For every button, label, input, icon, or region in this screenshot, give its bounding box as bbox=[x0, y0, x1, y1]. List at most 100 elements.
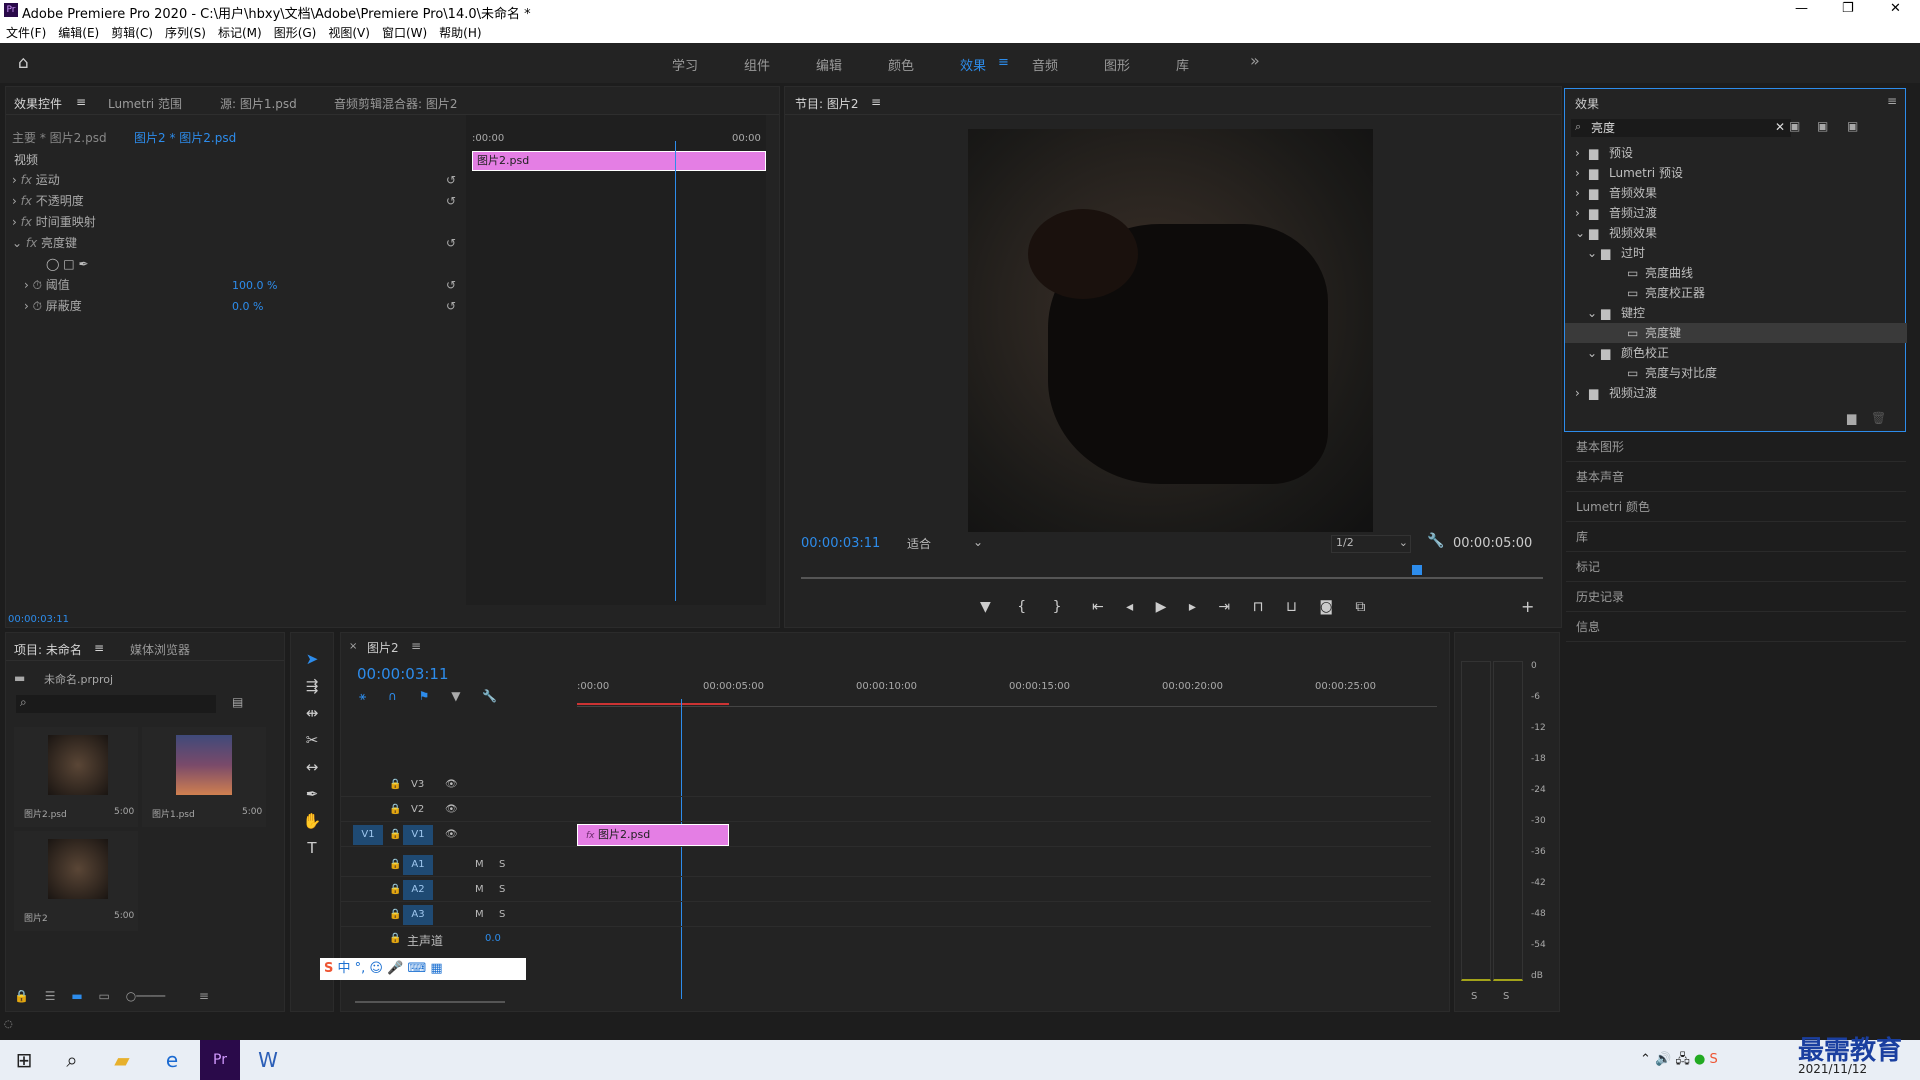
volume-icon[interactable]: 🔊 bbox=[1655, 1052, 1671, 1067]
32bit-effects-icon[interactable]: ▣ bbox=[1817, 119, 1828, 133]
param-threshold-value[interactable]: 100.0 % bbox=[232, 277, 277, 295]
lock-icon[interactable]: 🔒 bbox=[389, 909, 401, 920]
source-patch-v1[interactable]: V1 bbox=[353, 825, 383, 845]
program-timecode[interactable]: 00:00:03:11 bbox=[801, 536, 880, 551]
minimize-button[interactable]: — bbox=[1795, 1, 1808, 16]
eye-icon[interactable]: 👁 bbox=[445, 804, 458, 815]
panel-info[interactable]: 信息 bbox=[1566, 612, 1906, 642]
effects-tree-item[interactable]: ▭ 亮度校正器 bbox=[1565, 283, 1907, 303]
ripple-edit-tool-icon[interactable]: ⇹ bbox=[298, 704, 326, 726]
menu-view[interactable]: 视图(V) bbox=[322, 22, 376, 43]
effects-tree-item[interactable]: ▭ 亮度键 bbox=[1565, 323, 1907, 343]
effects-tree-item[interactable]: ⌄ ▆ 颜色校正 bbox=[1565, 343, 1907, 363]
lock-icon[interactable]: 🔒 bbox=[389, 829, 401, 840]
menu-marker[interactable]: 标记(M) bbox=[212, 22, 268, 43]
chevron-down-icon[interactable]: ⌄ bbox=[1587, 343, 1597, 363]
chevron-down-icon[interactable]: ⌄ bbox=[1575, 223, 1585, 243]
master-volume[interactable]: 0.0 bbox=[485, 933, 501, 944]
tab-program[interactable]: 节目: 图片2 bbox=[795, 95, 859, 112]
slip-tool-icon[interactable]: ↔ bbox=[298, 758, 326, 780]
effects-tree-item[interactable]: › ▆ 视频过渡 bbox=[1565, 383, 1907, 403]
solo-button[interactable]: S bbox=[499, 859, 505, 870]
add-marker-icon[interactable]: ▼ bbox=[451, 689, 460, 703]
workspace-audio[interactable]: 音频 bbox=[1032, 55, 1058, 74]
tray-chevron-icon[interactable]: ⌃ bbox=[1640, 1052, 1651, 1067]
effects-tree-item[interactable]: ⌄ ▆ 视频效果 bbox=[1565, 223, 1907, 243]
word-taskbar-icon[interactable]: W bbox=[248, 1040, 288, 1080]
panel-essential-graphics[interactable]: 基本图形 bbox=[1566, 432, 1906, 462]
project-search-input[interactable]: ⌕ bbox=[16, 695, 216, 713]
delete-icon[interactable]: 🗑 bbox=[1871, 411, 1886, 425]
network-icon[interactable]: 🖧 bbox=[1675, 1052, 1690, 1067]
panel-libraries[interactable]: 库 bbox=[1566, 522, 1906, 552]
type-tool-icon[interactable]: T bbox=[298, 839, 326, 861]
panel-lumetri-color[interactable]: Lumetri 颜色 bbox=[1566, 492, 1906, 522]
snap-icon[interactable]: ∩ bbox=[388, 689, 397, 703]
workspace-effects[interactable]: 效果 bbox=[960, 55, 986, 74]
solo-button[interactable]: S bbox=[499, 884, 505, 895]
reset-icon-opacity[interactable]: ↺ bbox=[446, 192, 456, 210]
solo-left-button[interactable]: S bbox=[1471, 991, 1477, 1002]
track-a2-label[interactable]: A2 bbox=[403, 880, 433, 900]
tab-lumetri-scopes[interactable]: Lumetri 范围 bbox=[108, 95, 182, 112]
lock-icon[interactable]: 🔒 bbox=[389, 859, 401, 870]
solo-right-button[interactable]: S bbox=[1503, 991, 1509, 1002]
zoom-slider[interactable]: ○──── bbox=[126, 989, 165, 1003]
chevron-right-icon[interactable]: › bbox=[1575, 143, 1580, 163]
track-a3-label[interactable]: A3 bbox=[403, 905, 433, 925]
accelerated-effects-icon[interactable]: ▣ bbox=[1789, 119, 1800, 133]
timeline-timecode[interactable]: 00:00:03:11 bbox=[357, 665, 449, 683]
menu-window[interactable]: 窗口(W) bbox=[376, 22, 433, 43]
ellipse-mask-icon[interactable]: ◯ bbox=[46, 257, 59, 271]
sogou-tray-icon[interactable]: S bbox=[1710, 1052, 1718, 1067]
premiere-taskbar-icon[interactable]: Pr bbox=[200, 1040, 240, 1080]
solo-button[interactable]: S bbox=[499, 909, 505, 920]
yuv-effects-icon[interactable]: ▣ bbox=[1847, 119, 1858, 133]
reset-icon-lumakey[interactable]: ↺ bbox=[446, 234, 456, 252]
reset-icon-threshold[interactable]: ↺ bbox=[446, 276, 456, 294]
effects-tree-item[interactable]: ⌄ ▆ 键控 bbox=[1565, 303, 1907, 323]
tab-source[interactable]: 源: 图片1.psd bbox=[220, 95, 297, 112]
emoji-icon[interactable]: ☺ bbox=[369, 961, 383, 976]
menu-graphics[interactable]: 图形(G) bbox=[268, 22, 323, 43]
lock-icon[interactable]: 🔒 bbox=[389, 884, 401, 895]
windows-start-icon[interactable]: ⊞ bbox=[4, 1040, 44, 1080]
master-clip-label[interactable]: 主要 * 图片2.psd bbox=[12, 129, 107, 147]
nest-icon[interactable]: ⚹ bbox=[359, 689, 366, 703]
file-explorer-icon[interactable]: ▰ bbox=[102, 1040, 142, 1080]
lock-icon[interactable]: 🔒 bbox=[389, 804, 401, 815]
panel-essential-sound[interactable]: 基本声音 bbox=[1566, 462, 1906, 492]
menu-file[interactable]: 文件(F) bbox=[0, 22, 52, 43]
horizontal-scrollbar[interactable] bbox=[355, 1001, 505, 1003]
menu-help[interactable]: 帮助(H) bbox=[433, 22, 487, 43]
tab-effect-controls[interactable]: 效果控件 bbox=[14, 95, 62, 112]
lock-icon[interactable]: 🔒 bbox=[389, 933, 401, 944]
project-menu-icon[interactable]: ≡ bbox=[94, 641, 104, 655]
green-app-icon[interactable]: ● bbox=[1694, 1052, 1705, 1067]
project-item-2[interactable]: 图片1.psd 5:00 bbox=[142, 727, 266, 827]
timeline-ruler[interactable]: :00:00 00:00:05:00 00:00:10:00 00:00:15:… bbox=[577, 673, 1437, 707]
workspace-assembly[interactable]: 组件 bbox=[744, 55, 770, 74]
effects-tree-item[interactable]: › ▆ 音频过渡 bbox=[1565, 203, 1907, 223]
work-area-bar[interactable] bbox=[577, 703, 729, 705]
project-item-3[interactable]: 图片2 5:00 bbox=[14, 831, 138, 931]
tab-media-browser[interactable]: 媒体浏览器 bbox=[130, 641, 190, 658]
effect-time-remap[interactable]: › fx 时间重映射 bbox=[12, 213, 96, 231]
menu-edit[interactable]: 编辑(E) bbox=[52, 22, 105, 43]
workspace-libraries[interactable]: 库 bbox=[1176, 55, 1189, 74]
export-frame-icon[interactable]: ◙ bbox=[1319, 599, 1333, 615]
go-to-in-icon[interactable]: ⇤ bbox=[1092, 599, 1104, 615]
resolution-dropdown[interactable]: 1/2 ⌄ bbox=[1331, 535, 1411, 553]
workspace-more-button[interactable]: » bbox=[1250, 51, 1260, 70]
timeline-menu-icon[interactable]: ≡ bbox=[411, 639, 421, 653]
panel-history[interactable]: 历史记录 bbox=[1566, 582, 1906, 612]
ime-toolbar[interactable]: S 中 °, ☺ 🎤 ⌨ ▦ bbox=[320, 958, 526, 980]
lock-icon[interactable]: 🔒 bbox=[14, 989, 29, 1003]
param-cutoff-value[interactable]: 0.0 % bbox=[232, 298, 263, 316]
eye-icon[interactable]: 👁 bbox=[445, 779, 458, 790]
ec-timecode[interactable]: 00:00:03:11 bbox=[8, 611, 69, 629]
effects-tree-item[interactable]: ▭ 亮度曲线 bbox=[1565, 263, 1907, 283]
new-search-bin-icon[interactable]: ▤ bbox=[232, 695, 243, 709]
program-menu-icon[interactable]: ≡ bbox=[871, 95, 881, 109]
home-icon[interactable]: ⌂ bbox=[18, 53, 29, 73]
